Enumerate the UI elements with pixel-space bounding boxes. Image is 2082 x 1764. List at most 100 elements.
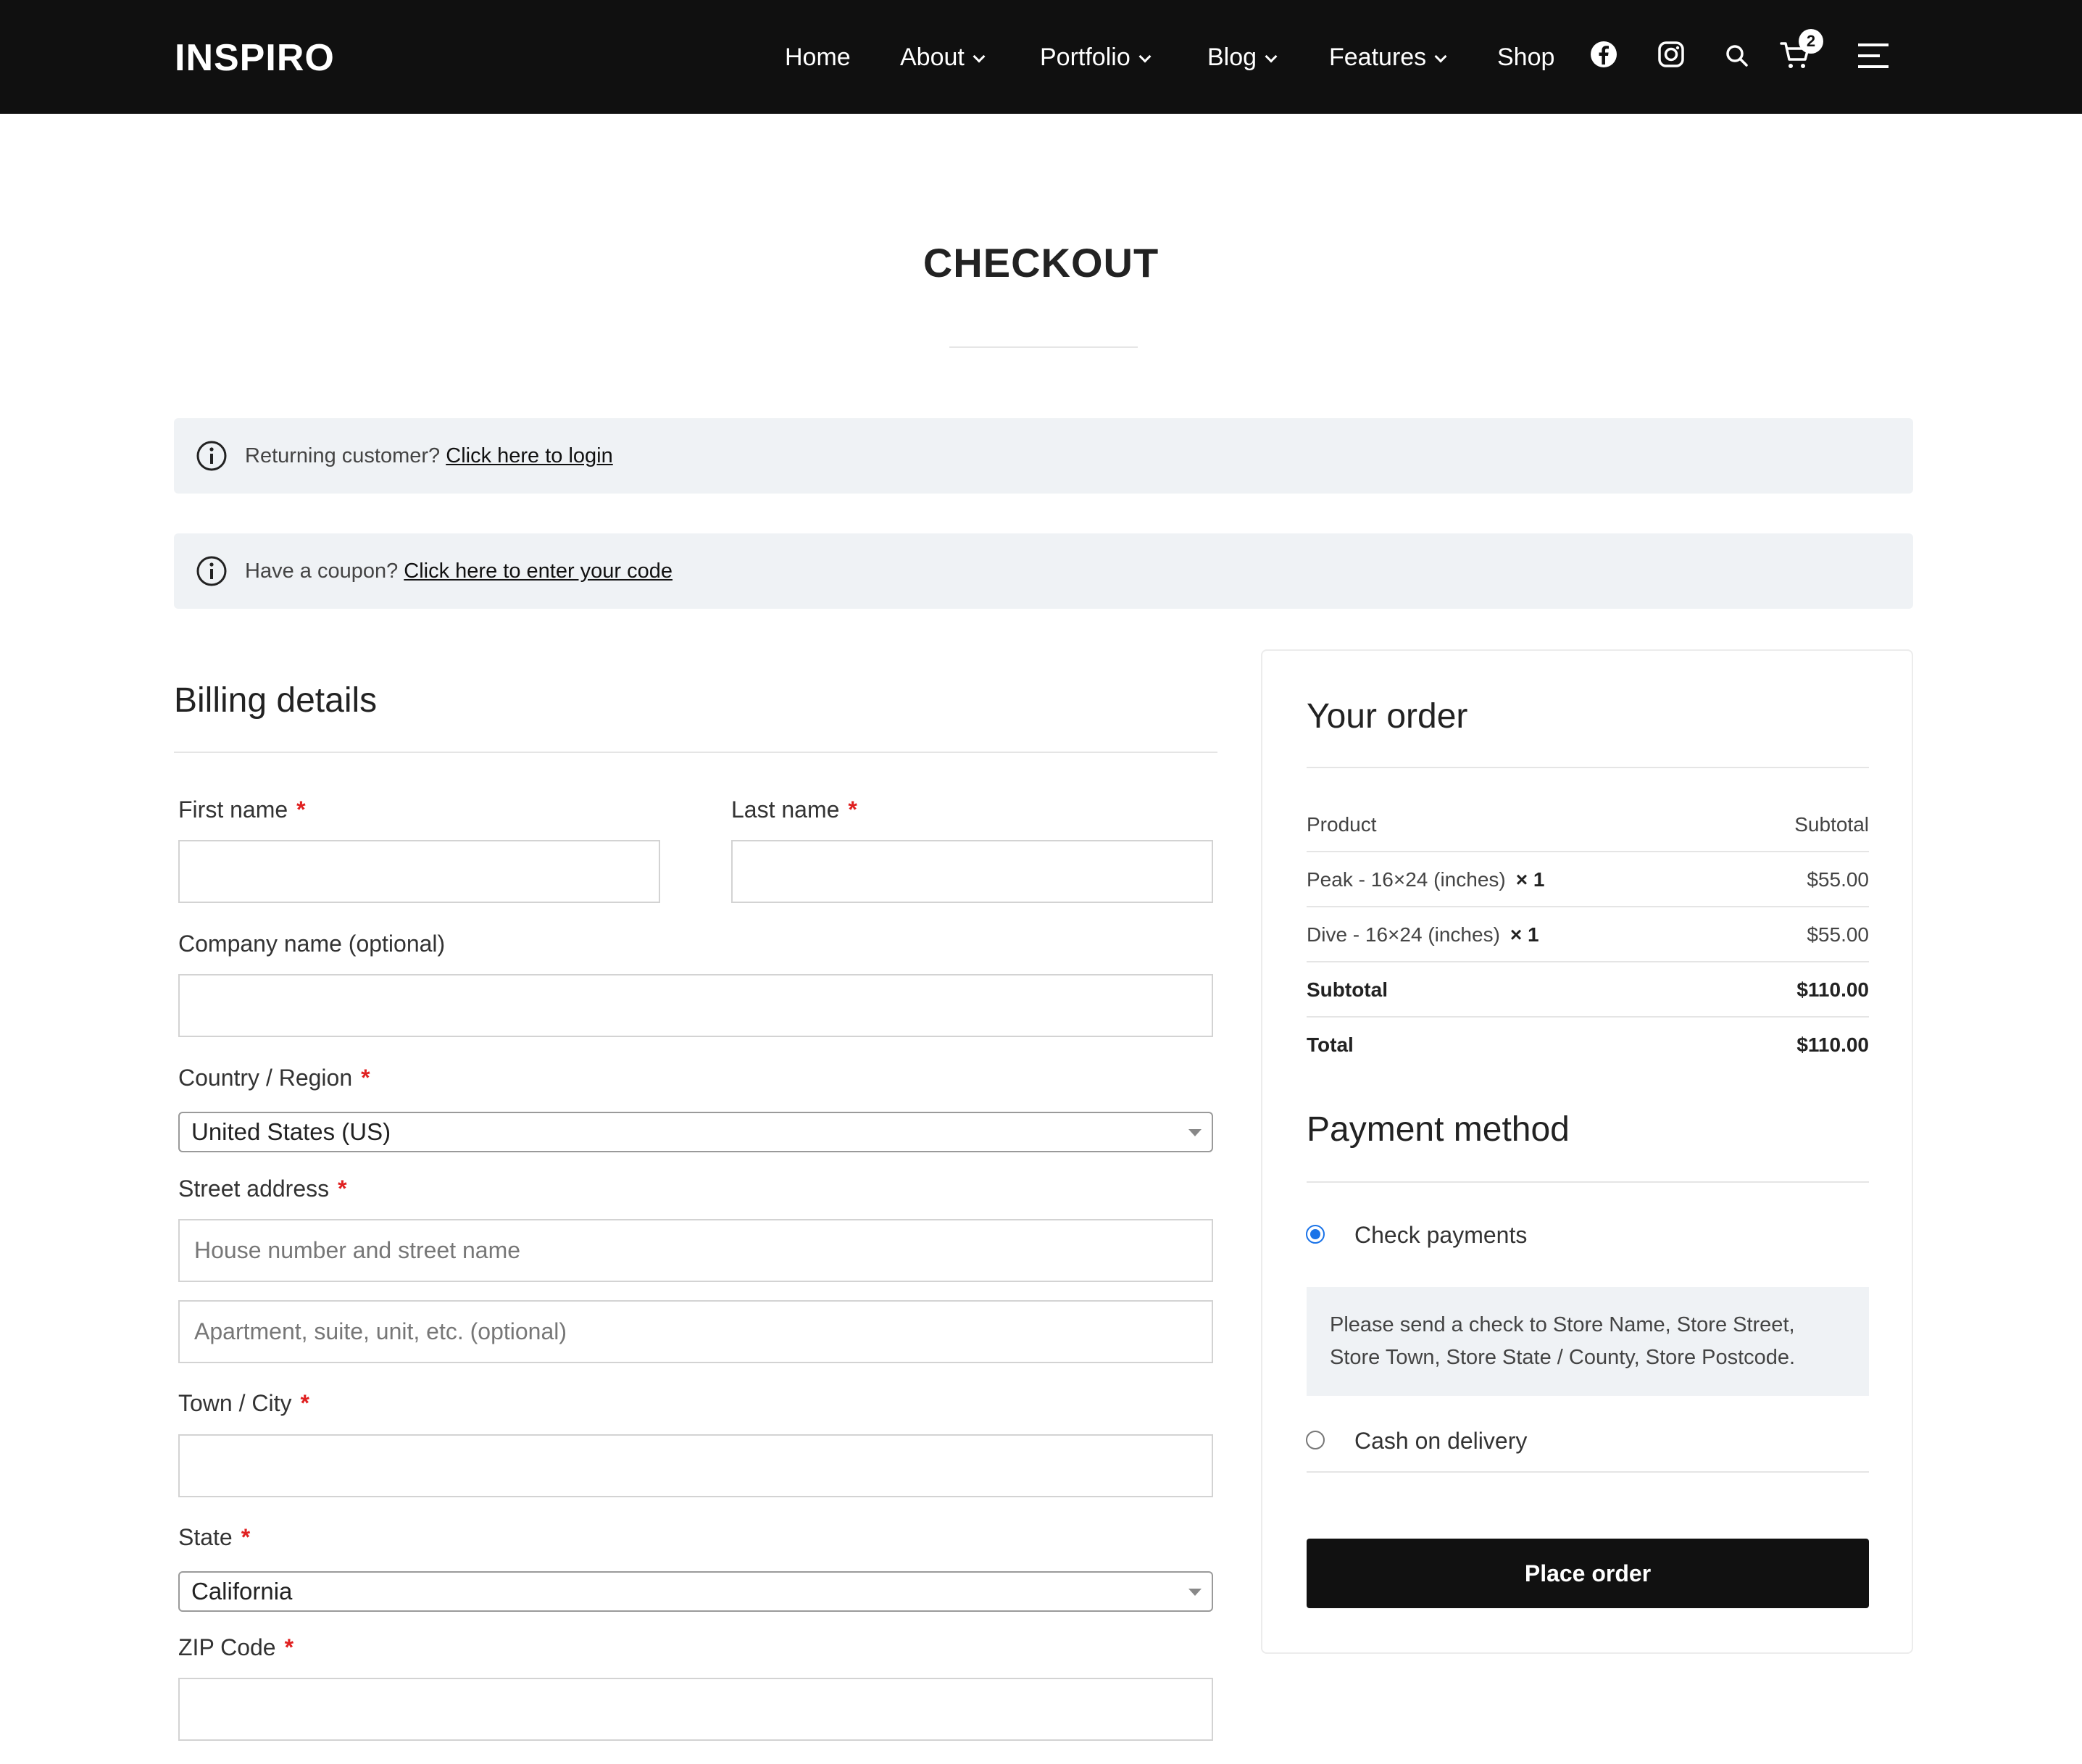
nav-home[interactable]: Home [785, 39, 851, 75]
last-name-label-text: Last name [731, 796, 840, 823]
chevron-down-icon [973, 50, 986, 63]
payment-bottom-divider [1307, 1471, 1869, 1473]
col-product: Product [1307, 813, 1377, 836]
state-select[interactable]: California [178, 1571, 1213, 1612]
total-value: $110.00 [1796, 1033, 1869, 1056]
zip-label-text: ZIP Code [178, 1634, 276, 1660]
item-name: Dive - 16×24 (inches) [1307, 923, 1500, 946]
first-name-label-text: First name [178, 796, 288, 823]
nav-portfolio[interactable]: Portfolio [1040, 39, 1152, 75]
order-item-row: Dive - 16×24 (inches) × 1 $55.00 [1307, 907, 1869, 962]
order-table-header: Product Subtotal [1307, 797, 1869, 852]
nav-home-label: Home [785, 43, 851, 71]
site-header: INSPIRO Home About Portfolio Blog Featur… [0, 0, 2082, 114]
order-total-row: Total $110.00 [1307, 1018, 1869, 1073]
required-mark: * [241, 1524, 251, 1550]
item-name: Peak - 16×24 (inches) [1307, 868, 1506, 891]
item-price: $55.00 [1807, 923, 1869, 946]
payment-heading: Payment method [1307, 1110, 1570, 1149]
city-field[interactable] [178, 1434, 1213, 1497]
facebook-icon[interactable] [1590, 41, 1617, 68]
country-select-value: United States (US) [191, 1118, 391, 1145]
order-heading: Your order [1307, 697, 1468, 736]
login-notice-text: Returning customer? Click here to login [245, 418, 613, 494]
total-label: Total [1307, 1033, 1354, 1056]
last-name-label: Last name * [731, 795, 857, 824]
state-label-text: State [178, 1524, 233, 1550]
first-name-field[interactable] [178, 840, 660, 903]
chevron-down-icon [1265, 50, 1278, 63]
required-mark: * [296, 796, 306, 823]
nav-shop-label: Shop [1497, 43, 1555, 71]
nav-features[interactable]: Features [1329, 39, 1447, 75]
zip-field[interactable] [178, 1678, 1213, 1741]
street-label: Street address * [178, 1174, 347, 1203]
cash-on-delivery-label[interactable]: Cash on delivery [1354, 1426, 1527, 1455]
nav-blog-label: Blog [1207, 43, 1257, 71]
subtotal-value: $110.00 [1796, 978, 1869, 1001]
required-mark: * [338, 1176, 347, 1202]
caret-down-icon [1188, 1589, 1202, 1596]
search-icon[interactable] [1725, 43, 1749, 68]
payment-divider [1307, 1181, 1869, 1183]
instagram-icon[interactable] [1657, 41, 1685, 68]
order-item-name: Dive - 16×24 (inches) × 1 [1307, 907, 1539, 962]
order-subtotal-row: Subtotal $110.00 [1307, 962, 1869, 1018]
required-mark: * [848, 796, 857, 823]
coupon-notice-prefix: Have a coupon? [245, 559, 404, 583]
coupon-notice: Have a coupon? Click here to enter your … [174, 533, 1913, 609]
menu-icon[interactable] [1857, 42, 1890, 70]
order-item-name: Peak - 16×24 (inches) × 1 [1307, 852, 1544, 907]
check-payments-radio[interactable] [1306, 1225, 1325, 1244]
coupon-notice-text: Have a coupon? Click here to enter your … [245, 533, 673, 609]
city-label: Town / City * [178, 1389, 309, 1418]
required-mark: * [284, 1634, 294, 1660]
subtotal-label: Subtotal [1307, 978, 1388, 1001]
nav-shop[interactable]: Shop [1497, 39, 1554, 75]
order-divider [1307, 767, 1869, 768]
nav-features-label: Features [1329, 43, 1427, 71]
coupon-link[interactable]: Click here to enter your code [404, 559, 673, 583]
chevron-down-icon [1138, 50, 1152, 63]
country-label: Country / Region * [178, 1063, 370, 1092]
state-select-value: California [191, 1578, 293, 1605]
login-link[interactable]: Click here to login [446, 444, 613, 467]
apartment-field[interactable]: Apartment, suite, unit, etc. (optional) [178, 1300, 1213, 1363]
item-qty: × 1 [1515, 868, 1545, 891]
item-qty: × 1 [1510, 923, 1539, 946]
billing-heading: Billing details [174, 681, 378, 720]
item-price: $55.00 [1807, 868, 1869, 891]
login-notice: Returning customer? Click here to login [174, 418, 1913, 494]
chevron-down-icon [1434, 50, 1447, 63]
last-name-field[interactable] [731, 840, 1213, 903]
site-logo[interactable]: INSPIRO [175, 36, 335, 80]
company-field[interactable] [178, 974, 1213, 1037]
cash-on-delivery-radio[interactable] [1306, 1431, 1325, 1449]
cart-count-badge: 2 [1799, 29, 1823, 54]
city-label-text: Town / City [178, 1390, 292, 1416]
nav-blog[interactable]: Blog [1207, 39, 1278, 75]
login-notice-prefix: Returning customer? [245, 444, 446, 467]
nav-about-label: About [900, 43, 965, 71]
check-payments-label[interactable]: Check payments [1354, 1220, 1527, 1249]
zip-label: ZIP Code * [178, 1633, 293, 1662]
street-address-placeholder: House number and street name [194, 1237, 521, 1263]
page-title: CHECKOUT [923, 240, 1159, 286]
company-label: Company name (optional) [178, 931, 446, 957]
street-label-text: Street address [178, 1176, 330, 1202]
nav-about[interactable]: About [900, 39, 986, 75]
required-mark: * [300, 1390, 309, 1416]
info-icon [196, 441, 227, 471]
place-order-button[interactable]: Place order [1307, 1539, 1869, 1608]
billing-divider [174, 752, 1217, 753]
street-address-field[interactable]: House number and street name [178, 1219, 1213, 1282]
country-select[interactable]: United States (US) [178, 1112, 1213, 1152]
nav-portfolio-label: Portfolio [1040, 43, 1130, 71]
col-subtotal: Subtotal [1794, 813, 1869, 836]
caret-down-icon [1188, 1129, 1202, 1136]
apartment-placeholder: Apartment, suite, unit, etc. (optional) [194, 1318, 567, 1344]
first-name-label: First name * [178, 795, 306, 824]
check-payments-description: Please send a check to Store Name, Store… [1307, 1287, 1869, 1396]
required-mark: * [361, 1065, 370, 1091]
order-item-row: Peak - 16×24 (inches) × 1 $55.00 [1307, 852, 1869, 907]
